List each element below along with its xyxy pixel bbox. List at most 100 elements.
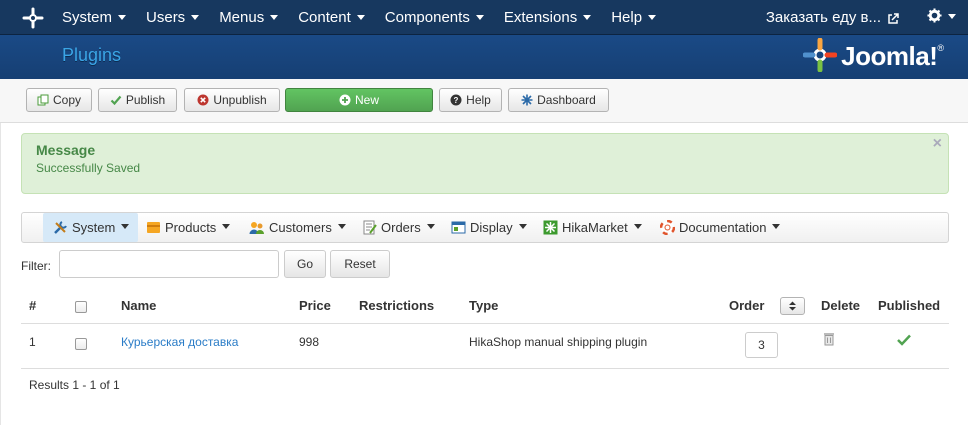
results-count: Results 1 - 1 of 1: [29, 378, 120, 392]
page-header: Plugins Joomla! ®: [0, 35, 968, 79]
hika-menu-orders[interactable]: Orders: [362, 213, 435, 242]
external-link-icon: [887, 12, 899, 24]
orders-icon: [362, 220, 377, 235]
menu-content[interactable]: Content: [288, 0, 375, 35]
caret-down-icon: [583, 14, 592, 20]
gear-icon: [927, 8, 942, 27]
table-header-divider: [21, 323, 949, 324]
hikashop-star-icon: [521, 94, 533, 106]
hika-menu-customers[interactable]: Customers: [249, 213, 346, 242]
help-button[interactable]: ? Help: [439, 88, 502, 112]
menu-menus[interactable]: Menus: [209, 0, 288, 35]
row-checkbox[interactable]: [75, 338, 87, 350]
copy-label: Copy: [52, 93, 81, 107]
go-button[interactable]: Go: [284, 250, 326, 278]
copy-icon: [37, 94, 49, 106]
new-label: New: [354, 93, 379, 107]
col-name[interactable]: Name: [121, 298, 156, 313]
dashboard-button[interactable]: Dashboard: [508, 88, 609, 112]
help-label: Help: [466, 93, 491, 107]
user-settings-menu[interactable]: [927, 8, 956, 27]
hika-menu-display[interactable]: Display: [451, 213, 527, 242]
menu-users[interactable]: Users: [136, 0, 209, 35]
lifebuoy-icon: [660, 220, 675, 235]
hika-menu-label: Products: [165, 220, 217, 235]
hikamarket-icon: [543, 220, 558, 235]
order-input[interactable]: 3: [745, 332, 778, 358]
menu-label: Users: [146, 9, 186, 26]
col-order[interactable]: Order: [729, 298, 764, 313]
hika-menu-system[interactable]: System: [43, 213, 139, 242]
caret-down-icon: [191, 14, 200, 20]
hikashop-menu: System Products Customers Orders Display…: [21, 212, 949, 243]
col-price[interactable]: Price: [299, 298, 331, 313]
col-type[interactable]: Type: [469, 298, 498, 313]
main-menu: System Users Menus Content Components Ex…: [52, 0, 666, 35]
col-number[interactable]: #: [29, 298, 36, 313]
row-name-link[interactable]: Курьерская доставка: [121, 335, 238, 349]
question-circle-icon: ?: [450, 94, 462, 106]
row-price: 998: [299, 335, 320, 349]
joomla-icon[interactable]: [22, 7, 44, 29]
select-all-checkbox[interactable]: [75, 301, 87, 313]
caret-down-icon: [270, 14, 279, 20]
display-icon: [451, 220, 466, 235]
unpublish-icon: [197, 94, 209, 106]
plus-circle-icon: [339, 94, 351, 106]
close-icon[interactable]: ×: [933, 135, 942, 153]
menu-label: Content: [298, 9, 351, 26]
published-check-icon[interactable]: [897, 334, 911, 349]
caret-down-icon: [518, 224, 527, 229]
joomla-logo-icon: [802, 37, 838, 75]
customers-icon: [249, 220, 265, 235]
row-number: 1: [29, 335, 36, 349]
hika-menu-label: Customers: [269, 220, 332, 235]
menu-label: Extensions: [503, 9, 578, 26]
message-text: Successfully Saved: [36, 161, 141, 175]
menu-extensions[interactable]: Extensions: [494, 0, 601, 35]
message-heading: Message: [36, 142, 96, 158]
menu-label: Help: [611, 9, 643, 26]
menu-components[interactable]: Components: [375, 0, 494, 35]
joomla-logo-text: Joomla!: [841, 40, 938, 71]
delete-icon[interactable]: [823, 332, 835, 349]
navbar-right: Заказать еду в...: [766, 0, 956, 35]
hika-menu-label: System: [72, 220, 116, 235]
hika-menu-label: HikaMarket: [562, 220, 628, 235]
registered-mark: ®: [937, 43, 944, 53]
site-name: Заказать еду в...: [765, 9, 881, 26]
new-button[interactable]: New: [285, 88, 433, 112]
caret-down-icon: [633, 224, 642, 229]
hika-menu-label: Orders: [381, 220, 421, 235]
caret-down-icon: [426, 224, 435, 229]
hika-menu-documentation[interactable]: Documentation: [660, 213, 781, 242]
hika-menu-hikamarket[interactable]: HikaMarket: [543, 213, 642, 242]
site-link[interactable]: Заказать еду в...: [766, 9, 899, 26]
menu-help[interactable]: Help: [601, 0, 666, 35]
unpublish-label: Unpublish: [213, 93, 267, 107]
content-left-border: [0, 123, 1, 425]
publish-button[interactable]: Publish: [98, 88, 177, 112]
menu-label: Components: [384, 9, 470, 26]
publish-label: Publish: [125, 93, 166, 107]
col-published[interactable]: Published: [878, 298, 940, 313]
menu-system[interactable]: System: [52, 0, 136, 35]
reset-button[interactable]: Reset: [330, 250, 390, 278]
copy-button[interactable]: Copy: [26, 88, 92, 112]
sort-icon: [788, 299, 797, 314]
save-order-button[interactable]: [780, 297, 805, 315]
hika-menu-label: Display: [470, 220, 513, 235]
col-restrictions[interactable]: Restrictions: [359, 298, 434, 313]
filter-input[interactable]: [59, 250, 279, 278]
admin-navbar: System Users Menus Content Components Ex…: [0, 0, 968, 35]
caret-down-icon: [121, 224, 130, 229]
caret-down-icon: [356, 14, 365, 20]
filter-label: Filter:: [21, 259, 51, 273]
row-type: HikaShop manual shipping plugin: [469, 335, 648, 349]
tools-icon: [53, 220, 68, 235]
hika-menu-products[interactable]: Products: [146, 213, 231, 242]
menu-label: Menus: [219, 9, 265, 26]
unpublish-button[interactable]: Unpublish: [184, 88, 280, 112]
col-delete: Delete: [821, 298, 861, 313]
svg-text:?: ?: [454, 96, 459, 105]
